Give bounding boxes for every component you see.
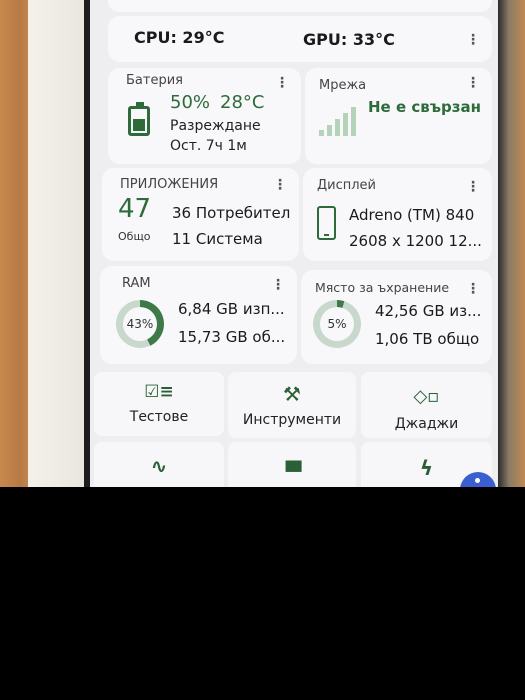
more-options-icon[interactable]: ⋮ [273, 178, 287, 192]
tile-label: Инструменти [242, 412, 342, 428]
storage-percent: 5% [320, 307, 354, 341]
battery-level: 50% [170, 92, 211, 113]
tools-icon: ⚒ [283, 382, 301, 406]
more-options-icon[interactable]: ⋮ [275, 76, 289, 90]
phone-screen: CPU: 29°C GPU: 33°C ⋮ Батерия ⋮ 50% 28°C… [84, 0, 498, 487]
display-resolution: 2608 x 1200 12... [349, 232, 482, 250]
more-options-icon[interactable]: ⋮ [466, 76, 480, 90]
device-bezel-left [28, 0, 88, 487]
apps-system: 11 Система [172, 230, 263, 248]
ram-total: 15,73 GB об... [178, 328, 286, 346]
display-title: Дисплей [317, 178, 377, 193]
ram-percent: 43% [123, 307, 157, 341]
battery-icon [128, 102, 150, 136]
battery-title: Батерия [126, 73, 183, 88]
more-options-icon[interactable]: ⋮ [466, 282, 480, 296]
widgets-icon: ◇▫ [413, 386, 440, 407]
tile-label: Джаджи [394, 416, 459, 432]
device-bezel-right [498, 0, 525, 487]
network-title: Мрежа [319, 78, 367, 93]
stats-tile[interactable]: ▮▮▮ [228, 442, 356, 487]
more-options-icon[interactable]: ⋮ [271, 278, 285, 292]
bar-chart-icon: ▮▮▮ [284, 456, 303, 474]
apps-total: 47 [118, 194, 152, 224]
info-icon [475, 478, 480, 483]
apps-user: 36 Потребител [172, 204, 291, 222]
ram-title: RAM [122, 276, 151, 291]
top-card-partial [108, 0, 492, 12]
apps-card[interactable]: ПРИЛОЖЕНИЯ ⋮ 47 Общо 36 Потребител 11 Си… [102, 168, 299, 261]
ram-used: 6,84 GB изп... [178, 300, 285, 318]
widgets-tile[interactable]: ◇▫ Джаджи [361, 372, 492, 438]
apps-title: ПРИЛОЖЕНИЯ [120, 177, 219, 192]
apps-total-label: Общо [118, 230, 151, 243]
cpu-temp: CPU: 29°C [134, 28, 225, 47]
signal-icon [319, 106, 359, 136]
ram-card[interactable]: RAM ⋮ 43% 6,84 GB изп... 15,73 GB об... [100, 266, 297, 364]
temperature-card[interactable]: CPU: 29°C GPU: 33°C ⋮ [108, 16, 492, 62]
photo-background: CPU: 29°C GPU: 33°C ⋮ Батерия ⋮ 50% 28°C… [0, 0, 525, 487]
display-card[interactable]: Дисплей ⋮ Adreno (TM) 840 2608 x 1200 12… [303, 168, 492, 261]
tests-tile[interactable]: ☑≡ Тестове [94, 372, 224, 436]
display-gpu: Adreno (TM) 840 [349, 206, 475, 224]
battery-card[interactable]: Батерия ⋮ 50% 28°C Разреждане Ост. 7ч 1м [108, 68, 301, 164]
storage-usage-ring: 5% [313, 300, 361, 348]
battery-status: Разреждане [170, 118, 261, 134]
network-status: Не е свързан [368, 98, 481, 116]
battery-temp: 28°C [220, 92, 265, 113]
storage-total: 1,06 TB общо [375, 330, 480, 348]
tile-label: Тестове [129, 409, 189, 425]
tools-tile[interactable]: ⚒ Инструменти [228, 372, 356, 438]
storage-title: Място за ъхранение [315, 280, 450, 295]
more-options-icon[interactable]: ⋮ [466, 33, 480, 47]
storage-card[interactable]: Място за ъхранение ⋮ 5% 42,56 GB из... 1… [301, 270, 492, 364]
more-options-icon[interactable]: ⋮ [466, 180, 480, 194]
phone-icon [317, 206, 336, 240]
network-card[interactable]: Мрежа ⋮ Не е свързан [305, 68, 492, 164]
checklist-icon: ☑≡ [144, 382, 174, 402]
storage-used: 42,56 GB из... [375, 302, 482, 320]
pulse-icon: ∿ [150, 454, 168, 478]
ram-usage-ring: 43% [116, 300, 164, 348]
monitor-tile[interactable]: ∿ [94, 442, 224, 487]
battery-remaining: Ост. 7ч 1м [170, 138, 247, 154]
gpu-temp: GPU: 33°C [303, 30, 395, 49]
